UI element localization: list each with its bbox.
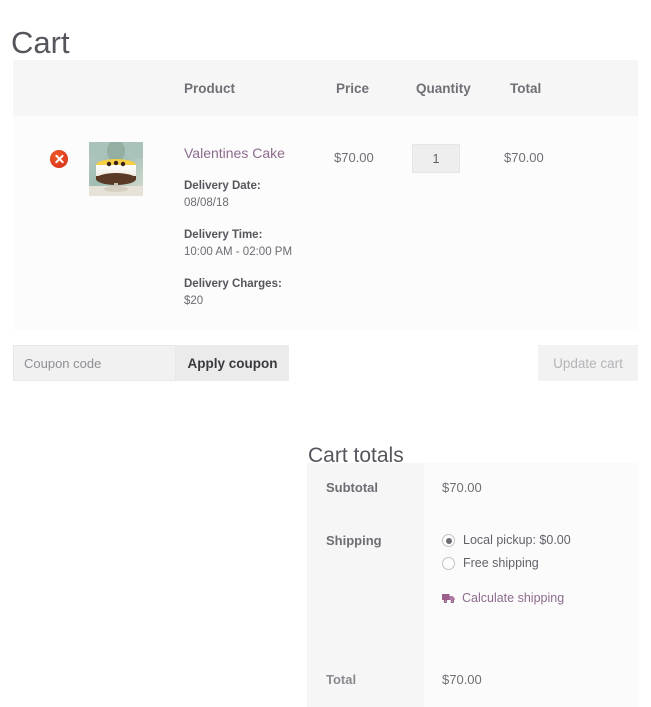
radio-free-shipping[interactable]: [442, 557, 455, 570]
total-value: $70.00: [424, 653, 638, 707]
radio-local-pickup[interactable]: [442, 534, 455, 547]
calculate-shipping-link[interactable]: Calculate shipping: [462, 591, 564, 605]
shipping-option-free-shipping[interactable]: Free shipping: [442, 552, 638, 575]
product-cell: Valentines Cake Delivery Date: 08/08/18 …: [178, 128, 334, 330]
subtotal-label: Subtotal: [307, 463, 424, 512]
remove-cell: [13, 128, 83, 330]
meta-label: Delivery Charges:: [184, 278, 282, 290]
shipping-label: Shipping: [307, 512, 424, 619]
item-total: $70.00: [504, 150, 544, 165]
cart-item-row: Valentines Cake Delivery Date: 08/08/18 …: [13, 116, 638, 330]
shipping-options: Local pickup: $0.00 Free shipping Calcul…: [424, 512, 638, 619]
cart-table: Product Price Quantity Total Valentines …: [13, 60, 638, 330]
page-title: Cart: [11, 24, 70, 60]
truck-icon: [442, 593, 455, 603]
header-price: Price: [336, 80, 370, 96]
product-name-link[interactable]: Valentines Cake: [184, 144, 285, 162]
thumbnail-cell: [83, 128, 178, 330]
total-row: Total $70.00: [307, 653, 638, 707]
coupon-row: Apply coupon Update cart: [13, 345, 638, 381]
meta-value: 10:00 AM - 02:00 PM: [184, 246, 293, 258]
shipping-option-label[interactable]: Free shipping: [463, 552, 539, 575]
totals-divider: [307, 619, 638, 653]
meta-value: $20: [184, 295, 204, 307]
shipping-option-local-pickup[interactable]: Local pickup: $0.00: [442, 529, 638, 552]
remove-item-icon[interactable]: [50, 150, 68, 168]
meta-label: Delivery Date:: [184, 180, 261, 192]
update-cart-button[interactable]: Update cart: [538, 345, 638, 381]
coupon-input[interactable]: [13, 345, 176, 381]
product-meta-delivery-time: Delivery Time: 10:00 AM - 02:00 PM: [184, 227, 334, 261]
meta-value: 08/08/18: [184, 197, 229, 209]
divider-left: [307, 619, 424, 653]
total-label: Total: [307, 653, 424, 707]
item-price: $70.00: [334, 150, 374, 165]
product-meta-delivery-charges: Delivery Charges: $20: [184, 276, 334, 310]
header-total: Total: [510, 80, 542, 96]
calculate-shipping-row: Calculate shipping: [442, 591, 638, 605]
quantity-input[interactable]: [412, 144, 460, 173]
apply-coupon-button[interactable]: Apply coupon: [176, 345, 289, 381]
header-product: Product: [184, 80, 236, 96]
cake-photo-icon: [89, 142, 143, 196]
product-thumbnail[interactable]: [89, 142, 143, 196]
quantity-cell: [412, 128, 504, 330]
cart-totals-table: Subtotal $70.00 Shipping Local pickup: $…: [307, 463, 638, 707]
subtotal-value: $70.00: [424, 463, 638, 512]
meta-label: Delivery Time:: [184, 229, 263, 241]
cart-table-header-row: Product Price Quantity Total: [13, 60, 638, 116]
shipping-row: Shipping Local pickup: $0.00 Free shippi…: [307, 512, 638, 619]
subtotal-row: Subtotal $70.00: [307, 463, 638, 512]
shipping-option-label[interactable]: Local pickup: $0.00: [463, 529, 571, 552]
cart-page: Cart Product Price Quantity Total Valent…: [0, 0, 651, 707]
header-quantity: Quantity: [416, 80, 471, 96]
divider-right: [424, 619, 638, 653]
product-meta-delivery-date: Delivery Date: 08/08/18: [184, 178, 334, 212]
